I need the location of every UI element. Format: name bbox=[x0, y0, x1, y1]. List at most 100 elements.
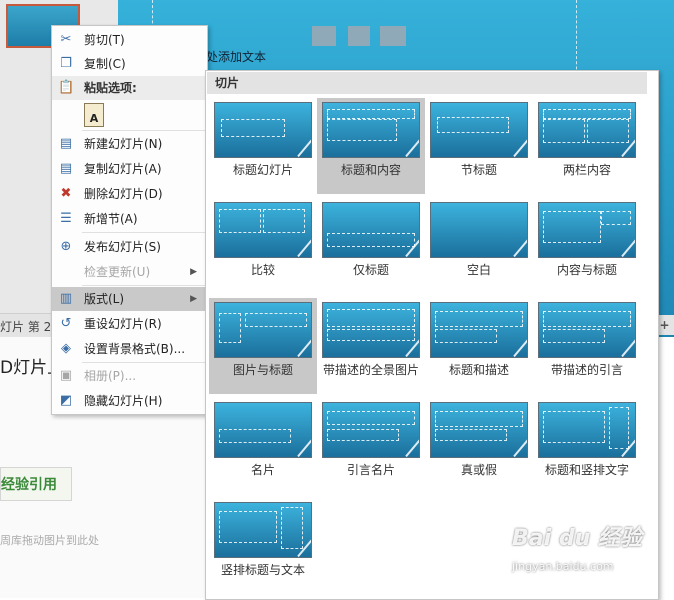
layout-label: 标题和内容 bbox=[340, 163, 401, 177]
smartart-icon[interactable] bbox=[380, 26, 406, 46]
menu-item-format-background[interactable]: ◈ 设置背景格式(B)... bbox=[52, 337, 207, 361]
menu-item-label: 设置背景格式(B)... bbox=[84, 342, 186, 356]
citation-label: 经验引用 bbox=[1, 477, 57, 493]
menu-item-label: 隐藏幻灯片(H) bbox=[84, 394, 163, 408]
layout-label: 带描述的引言 bbox=[550, 363, 623, 377]
layout-option[interactable]: 标题和内容 bbox=[317, 98, 425, 194]
layout-option[interactable]: 节标题 bbox=[425, 98, 533, 194]
layout-thumbnail bbox=[322, 202, 420, 258]
placeholder-outline bbox=[543, 119, 585, 143]
layout-option[interactable]: 比较 bbox=[209, 198, 317, 294]
layout-option[interactable]: 带描述的引言 bbox=[533, 298, 641, 394]
layout-thumbnail bbox=[214, 502, 312, 558]
menu-item-cut[interactable]: ✂ 剪切(T) bbox=[52, 28, 207, 52]
menu-item-label: 检查更新(U) bbox=[84, 265, 151, 279]
layout-option[interactable]: 空白 bbox=[425, 198, 533, 294]
menu-item-copy[interactable]: ❐ 复制(C) bbox=[52, 52, 207, 76]
placeholder-outline bbox=[327, 109, 415, 119]
layout-thumbnail bbox=[538, 402, 636, 458]
placeholder-outline bbox=[435, 329, 497, 343]
placeholder-outline bbox=[327, 309, 415, 327]
menu-item-label: 粘贴选项: bbox=[84, 81, 137, 95]
menu-item-reset-slide[interactable]: ↺ 重设幻灯片(R) bbox=[52, 312, 207, 336]
layout-option[interactable]: 引言名片 bbox=[317, 398, 425, 494]
layout-thumbnail bbox=[538, 202, 636, 258]
chevron-right-icon: ▶ bbox=[190, 267, 197, 277]
layout-option[interactable]: 标题和竖排文字 bbox=[533, 398, 641, 494]
placeholder-outline bbox=[221, 119, 285, 137]
layout-option[interactable]: 两栏内容 bbox=[533, 98, 641, 194]
menu-item-label: 重设幻灯片(R) bbox=[84, 317, 162, 331]
layout-label: 仅标题 bbox=[352, 263, 389, 277]
menu-item-check-updates: 检查更新(U) ▶ bbox=[52, 260, 207, 284]
copy-icon: ❐ bbox=[60, 56, 72, 71]
layout-label: 空白 bbox=[466, 263, 491, 277]
layout-option[interactable]: 仅标题 bbox=[317, 198, 425, 294]
layout-label: 标题和描述 bbox=[448, 363, 509, 377]
background-format-icon: ◈ bbox=[61, 341, 71, 356]
layout-option[interactable]: 内容与标题 bbox=[533, 198, 641, 294]
hide-slide-icon: ◩ bbox=[59, 393, 73, 408]
menu-item-add-section[interactable]: ☰ 新增节(A) bbox=[52, 207, 207, 231]
chart-icon[interactable] bbox=[348, 26, 370, 46]
placeholder-outline bbox=[245, 313, 307, 327]
baidu-jingyan-watermark: Bai du 经验 jingyan.baidu.com bbox=[512, 520, 662, 580]
layout-option[interactable]: 名片 bbox=[209, 398, 317, 494]
layout-option[interactable]: 标题幻灯片 bbox=[209, 98, 317, 194]
menu-item-label: 相册(P)... bbox=[84, 369, 137, 383]
placeholder-outline bbox=[327, 329, 415, 341]
layout-label: 图片与标题 bbox=[232, 363, 293, 377]
menu-item-label: 复制(C) bbox=[84, 57, 126, 71]
layout-thumbnail bbox=[214, 402, 312, 458]
layout-thumbnail bbox=[430, 402, 528, 458]
placeholder-outline bbox=[609, 407, 629, 449]
placeholder-outline bbox=[219, 511, 277, 543]
menu-item-photo-album: ▣ 相册(P)... bbox=[52, 364, 207, 388]
scissors-icon: ✂ bbox=[60, 32, 72, 47]
placeholder-outline bbox=[281, 507, 303, 549]
status-text: 灯片 第 2 bbox=[0, 320, 52, 334]
placeholder-outline bbox=[219, 209, 261, 233]
paste-keep-text-only-icon[interactable]: A bbox=[84, 103, 104, 127]
menu-item-label: 删除幻灯片(D) bbox=[84, 187, 163, 201]
layout-thumbnail bbox=[430, 302, 528, 358]
layout-label: 比较 bbox=[250, 263, 275, 277]
layout-option[interactable]: 带描述的全景图片 bbox=[317, 298, 425, 394]
placeholder-outline bbox=[327, 119, 397, 141]
menu-item-layout[interactable]: ▥ 版式(L) ▶ bbox=[52, 287, 207, 311]
placeholder-outline bbox=[263, 209, 305, 233]
layout-option[interactable]: 竖排标题与文本 bbox=[209, 498, 317, 594]
menu-item-hide-slide[interactable]: ◩ 隐藏幻灯片(H) bbox=[52, 389, 207, 413]
menu-separator bbox=[82, 362, 206, 363]
layout-option[interactable]: 真或假 bbox=[425, 398, 533, 494]
menu-item-publish-slides[interactable]: ⊕ 发布幻灯片(S) bbox=[52, 235, 207, 259]
content-placeholder-text: 处添加文本 bbox=[206, 50, 267, 64]
placeholder-outline bbox=[435, 411, 523, 427]
layout-thumbnail bbox=[322, 402, 420, 458]
menu-item-delete-slide[interactable]: ✖ 删除幻灯片(D) bbox=[52, 182, 207, 206]
watermark-url: jingyan.baidu.com bbox=[512, 560, 614, 573]
chevron-right-icon: ▶ bbox=[190, 294, 197, 304]
menu-item-duplicate-slide[interactable]: ▤ 复制幻灯片(A) bbox=[52, 157, 207, 181]
layout-label: 标题和竖排文字 bbox=[544, 463, 629, 477]
layout-label: 真或假 bbox=[460, 463, 497, 477]
menu-item-new-slide[interactable]: ▤ 新建幻灯片(N) bbox=[52, 132, 207, 156]
citation-button[interactable]: 经验引用 bbox=[0, 467, 72, 501]
placeholder-outline bbox=[543, 411, 605, 443]
paste-options-header: 📋 粘贴选项: bbox=[52, 76, 207, 100]
duplicate-slide-icon: ▤ bbox=[59, 161, 73, 176]
menu-item-label: 新增节(A) bbox=[84, 212, 138, 226]
layout-label: 两栏内容 bbox=[562, 163, 611, 177]
layout-label: 竖排标题与文本 bbox=[220, 563, 305, 577]
placeholder-outline bbox=[219, 313, 241, 343]
table-icon[interactable] bbox=[312, 26, 336, 46]
placeholder-outline bbox=[543, 329, 605, 343]
layout-option[interactable]: 图片与标题 bbox=[209, 298, 317, 394]
reset-slide-icon: ↺ bbox=[60, 316, 72, 331]
menu-item-label: 版式(L) bbox=[84, 292, 125, 306]
context-menu: ✂ 剪切(T) ❐ 复制(C) 📋 粘贴选项: A ▤ 新建幻灯片(N) ▤ 复… bbox=[51, 25, 208, 415]
menu-item-label: 剪切(T) bbox=[84, 33, 125, 47]
layout-label: 节标题 bbox=[460, 163, 497, 177]
placeholder-outline bbox=[543, 211, 601, 243]
layout-option[interactable]: 标题和描述 bbox=[425, 298, 533, 394]
